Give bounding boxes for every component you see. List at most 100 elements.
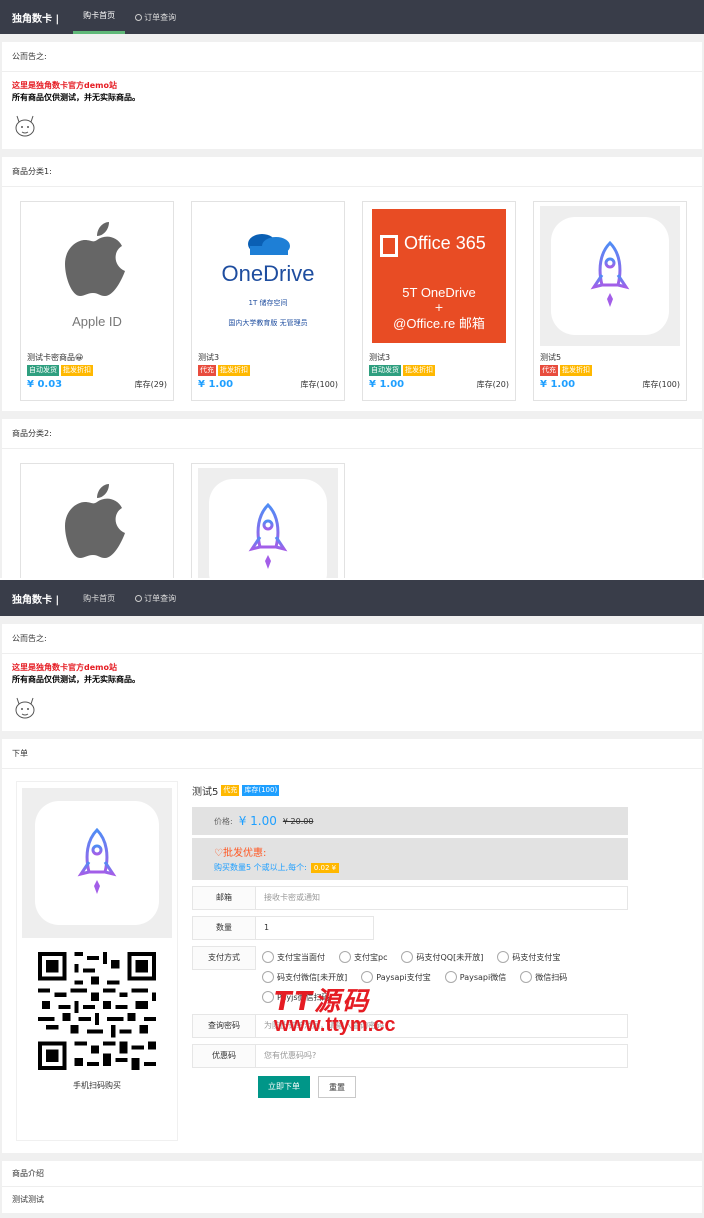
product-image-onedrive: OneDrive 1T 储存空间 国内大学教育版 无管理员 — [198, 206, 338, 346]
qr-code — [38, 952, 156, 1070]
tag-wholesale: 批发折扣 — [61, 365, 93, 376]
product-card[interactable] — [191, 463, 345, 578]
pay-option-label: 微信扫码 — [535, 972, 568, 982]
tag-wholesale: 批发折扣 — [218, 365, 250, 376]
product-image-apple-id — [27, 468, 167, 578]
password-label: 查询密码 — [192, 1014, 256, 1038]
product-image-apple-id: Apple ID — [27, 206, 167, 346]
pay-option[interactable]: Paysapi微信 — [444, 970, 507, 984]
password-field[interactable]: 为防止订单泄漏，请输入查询密码 — [256, 1014, 628, 1038]
nav-order-query[interactable]: 订单查询 — [125, 580, 186, 616]
discount-price: 0.02 ¥ — [310, 862, 340, 873]
notice-line-red: 这里是独角数卡官方demo站 — [12, 81, 117, 90]
pay-option-label: 支付宝当面付 — [277, 952, 325, 962]
pay-option-label: 码支付支付宝 — [512, 952, 561, 962]
submit-order-button[interactable]: 立即下单 — [258, 1076, 310, 1098]
radio-icon — [361, 971, 374, 983]
pay-options: 支付宝当面付 支付宝pc 码支付QQ[未开放] 码支付支付宝 码支付微信[未开放… — [256, 946, 628, 1008]
coupon-field[interactable]: 您有优惠码吗? — [256, 1044, 628, 1068]
product-card[interactable]: Office 365 5T OneDrive + @Office.re 邮箱 测… — [362, 201, 516, 401]
qr-caption: 手机扫码购买 — [73, 1081, 121, 1090]
onedrive-sub1: 1T 储存空间 — [248, 299, 288, 307]
product-image-rocket — [198, 468, 338, 578]
pay-option[interactable]: 码支付微信[未开放] — [262, 970, 347, 984]
pay-option[interactable]: Payjs微信扫码 — [262, 990, 330, 1004]
o365-title: Office 365 — [404, 233, 486, 253]
pay-option[interactable]: 微信扫码 — [520, 970, 567, 984]
product-price: ¥ 1.00 — [369, 379, 405, 390]
coupon-label: 优惠码 — [192, 1044, 256, 1068]
tag-wholesale: 批发折扣 — [403, 365, 435, 376]
product-price: ¥ 1.00 — [540, 379, 576, 390]
tag-recharge: 代充 — [540, 365, 558, 376]
pay-option[interactable]: Paysapi支付宝 — [361, 970, 431, 984]
notice-panel: 公而告之: 这里是独角数卡官方demo站 所有商品仅供测试，并无实际商品。 — [2, 42, 702, 149]
tag-auto-delivery: 自动发货 — [27, 365, 59, 376]
radio-icon — [262, 991, 274, 1003]
nav-home[interactable]: 购卡首页 — [73, 580, 125, 616]
order-screen: 独角数卡 | 购卡首页 订单查询 公而告之: 这里是独角数卡官方demo站 所有… — [0, 578, 704, 1218]
pay-option[interactable]: 支付宝当面付 — [262, 950, 325, 964]
price-label: 价格: — [214, 816, 233, 826]
pay-option[interactable]: 码支付支付宝 — [497, 950, 560, 964]
product-card[interactable] — [20, 463, 174, 578]
product-name: 测试5 — [540, 353, 562, 362]
notice-panel: 公而告之: 这里是独角数卡官方demo站 所有商品仅供测试，并无实际商品。 — [2, 624, 702, 731]
notice-line-black: 所有商品仅供测试，并无实际商品。 — [12, 675, 140, 684]
intro-body: 测试测试 — [12, 1195, 44, 1204]
cloud-icon — [248, 234, 290, 255]
pay-option-label: Paysapi微信 — [459, 972, 507, 982]
email-field[interactable]: 接收卡密或通知 — [256, 886, 628, 910]
radio-icon — [520, 971, 533, 983]
notice-title: 公而告之: — [2, 624, 702, 654]
nav-order-query-label: 订单查询 — [144, 12, 177, 22]
pay-option-label: 码支付QQ[未开放] — [416, 952, 484, 962]
product-preview: 手机扫码购买 — [16, 781, 178, 1141]
o365-line1: 5T OneDrive — [402, 285, 476, 300]
rocket-icon — [77, 828, 117, 894]
rocket-icon — [590, 241, 630, 307]
radio-icon — [262, 951, 274, 963]
tag-recharge: 代充 — [198, 365, 216, 376]
apple-icon — [65, 222, 125, 296]
pay-option[interactable]: 码支付QQ[未开放] — [401, 950, 483, 964]
discount-block: ♡批发优惠: 购买数量5 个或以上,每个: 0.02 ¥ — [192, 838, 628, 880]
product-card[interactable]: 测试5 代充 批发折扣 ¥ 1.00 库存(100) — [533, 201, 687, 401]
quantity-field[interactable]: 1 — [256, 916, 374, 940]
radio-icon — [339, 951, 351, 963]
nav-home[interactable]: 购卡首页 — [73, 0, 126, 34]
order-panel: 下单 手机扫码购买 测试5 代充 库存(100) 价格: ¥ 1.00 ¥ 20… — [2, 739, 702, 1153]
notice-title: 公而告之: — [2, 42, 702, 72]
notice-line-black: 所有商品仅供测试，并无实际商品。 — [12, 93, 140, 102]
product-stock: 库存(20) — [476, 380, 509, 389]
order-price-old: ¥ 20.00 — [282, 816, 314, 826]
product-card[interactable]: Apple ID 测试卡密商品😀 自动发货 批发折扣 ¥ 0.03 库存(29) — [20, 201, 174, 401]
badge-stock: 库存(100) — [242, 784, 280, 796]
qr-code-icon — [38, 952, 156, 1070]
product-image-office365: Office 365 5T OneDrive + @Office.re 邮箱 — [369, 206, 509, 346]
badge-type: 代充 — [221, 784, 240, 796]
notice-line-red: 这里是独角数卡官方demo站 — [12, 663, 117, 672]
intro-panel: 商品介绍 测试测试 — [2, 1161, 702, 1213]
brand-logo[interactable]: 独角数卡 | — [12, 10, 59, 25]
apple-id-label: Apple ID — [72, 314, 122, 329]
mascot-icon — [15, 115, 35, 137]
o365-line3: @Office.re 邮箱 — [393, 316, 485, 331]
product-name: 测试3 — [369, 353, 391, 362]
product-card[interactable]: OneDrive 1T 储存空间 国内大学教育版 无管理员 测试3 代充 批发折… — [191, 201, 345, 401]
office-logo-icon — [380, 235, 398, 257]
apple-icon — [65, 484, 125, 558]
product-stock: 库存(29) — [134, 380, 167, 389]
order-price: ¥ 1.00 — [238, 814, 277, 828]
nav-order-query-label: 订单查询 — [144, 593, 177, 603]
pay-option[interactable]: 支付宝pc — [339, 950, 387, 964]
brand-logo[interactable]: 独角数卡 | — [12, 591, 59, 606]
category1-panel: 商品分类1: Apple ID 测试卡密商品😀 自动发货 批发折扣 ¥ 0.03… — [2, 157, 702, 411]
pay-option-label: Payjs微信扫码 — [277, 992, 330, 1002]
email-label: 邮箱 — [192, 886, 256, 910]
nav-order-query[interactable]: 订单查询 — [125, 0, 186, 34]
radio-icon — [444, 971, 457, 983]
reset-button[interactable]: 重置 — [318, 1076, 356, 1098]
product-stock: 库存(100) — [642, 380, 680, 389]
order-form: 测试5 代充 库存(100) 价格: ¥ 1.00 ¥ 20.00 ♡批发优惠:… — [178, 781, 688, 1141]
